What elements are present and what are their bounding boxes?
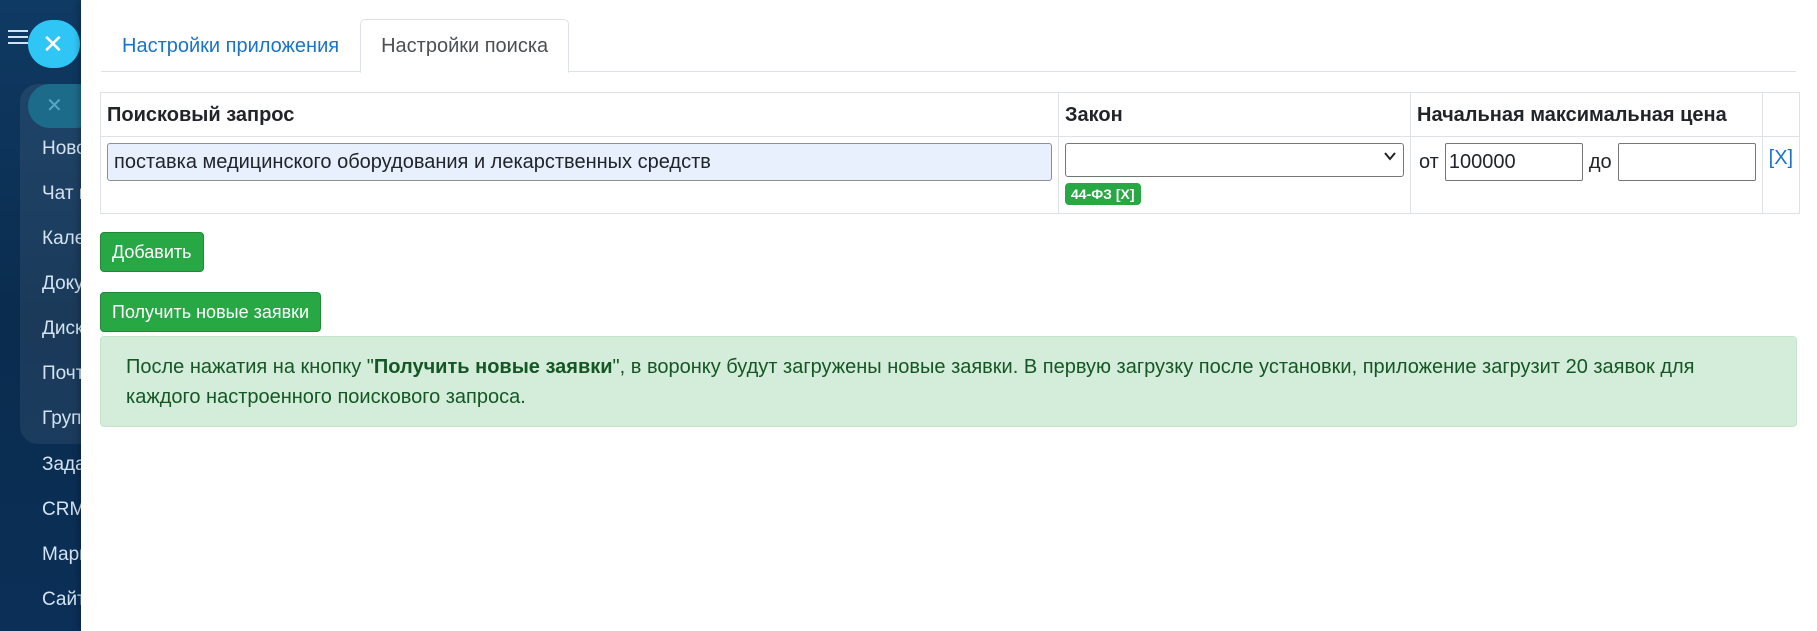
header-query: Поисковый запрос bbox=[100, 92, 1059, 137]
tab-app-settings[interactable]: Настройки приложения bbox=[101, 19, 360, 72]
sidebar-item[interactable]: Ново bbox=[42, 138, 82, 160]
sidebar-item[interactable]: Почт bbox=[42, 363, 82, 385]
header-empty bbox=[1761, 92, 1801, 137]
header-price: Начальная максимальная цена bbox=[1410, 92, 1763, 137]
fetch-new-requests-button[interactable]: Получить новые заявки bbox=[100, 292, 322, 332]
sidebar-item[interactable]: Чат и bbox=[42, 183, 82, 205]
alert-text-bold: Получить новые заявки bbox=[373, 356, 613, 378]
cell-delete: [X] bbox=[1761, 136, 1801, 214]
header-law: Закон bbox=[1058, 92, 1411, 137]
settings-panel: Настройки приложения Настройки поиска По… bbox=[81, 0, 1817, 631]
tab-search-settings[interactable]: Настройки поиска bbox=[360, 19, 570, 73]
sidebar-item[interactable]: Сайт bbox=[42, 589, 82, 611]
price-to-input[interactable] bbox=[1617, 143, 1756, 181]
alert-text-prefix: После нажатия на кнопку " bbox=[126, 356, 374, 378]
tab-bar: Настройки приложения Настройки поиска bbox=[101, 19, 1796, 73]
table-row: 44-ФЗ [X] от до [X] bbox=[100, 136, 1801, 214]
table-header-row: Поисковый запрос Закон Начальная максима… bbox=[100, 92, 1801, 137]
sidebar-item[interactable]: Диск bbox=[42, 318, 82, 340]
delete-row-link[interactable]: [X] bbox=[1769, 147, 1793, 170]
slider-close-icon[interactable]: ✕ bbox=[28, 20, 80, 68]
price-to-label: до bbox=[1588, 150, 1612, 173]
add-button[interactable]: Добавить bbox=[100, 232, 204, 272]
sidebar-item[interactable]: Марк bbox=[42, 544, 82, 566]
law-select[interactable] bbox=[1065, 143, 1404, 177]
price-from-input[interactable] bbox=[1444, 143, 1583, 181]
price-from-label: от bbox=[1419, 150, 1439, 173]
sidebar-item[interactable]: Зада bbox=[42, 454, 82, 476]
sidebar-item[interactable]: Доку bbox=[42, 273, 82, 295]
menu-icon[interactable] bbox=[8, 30, 28, 44]
chevron-down-icon bbox=[1383, 149, 1397, 168]
sidebar-item[interactable]: Груп bbox=[42, 408, 82, 430]
sidebar-item[interactable]: Кале bbox=[42, 228, 82, 250]
search-query-input[interactable] bbox=[107, 143, 1052, 181]
cell-query bbox=[100, 136, 1059, 214]
info-alert: После нажатия на кнопку "Получить новые … bbox=[100, 336, 1797, 427]
cell-price: от до bbox=[1410, 136, 1763, 214]
law-badge[interactable]: 44-ФЗ [X] bbox=[1065, 183, 1141, 205]
sidebar-item[interactable]: CRM bbox=[42, 499, 82, 521]
sidebar: ✕ Ново Чат и Кале Доку Диск Почт Груп За… bbox=[0, 0, 100, 631]
cell-law: 44-ФЗ [X] bbox=[1058, 136, 1411, 214]
search-table: Поисковый запрос Закон Начальная максима… bbox=[100, 92, 1801, 214]
